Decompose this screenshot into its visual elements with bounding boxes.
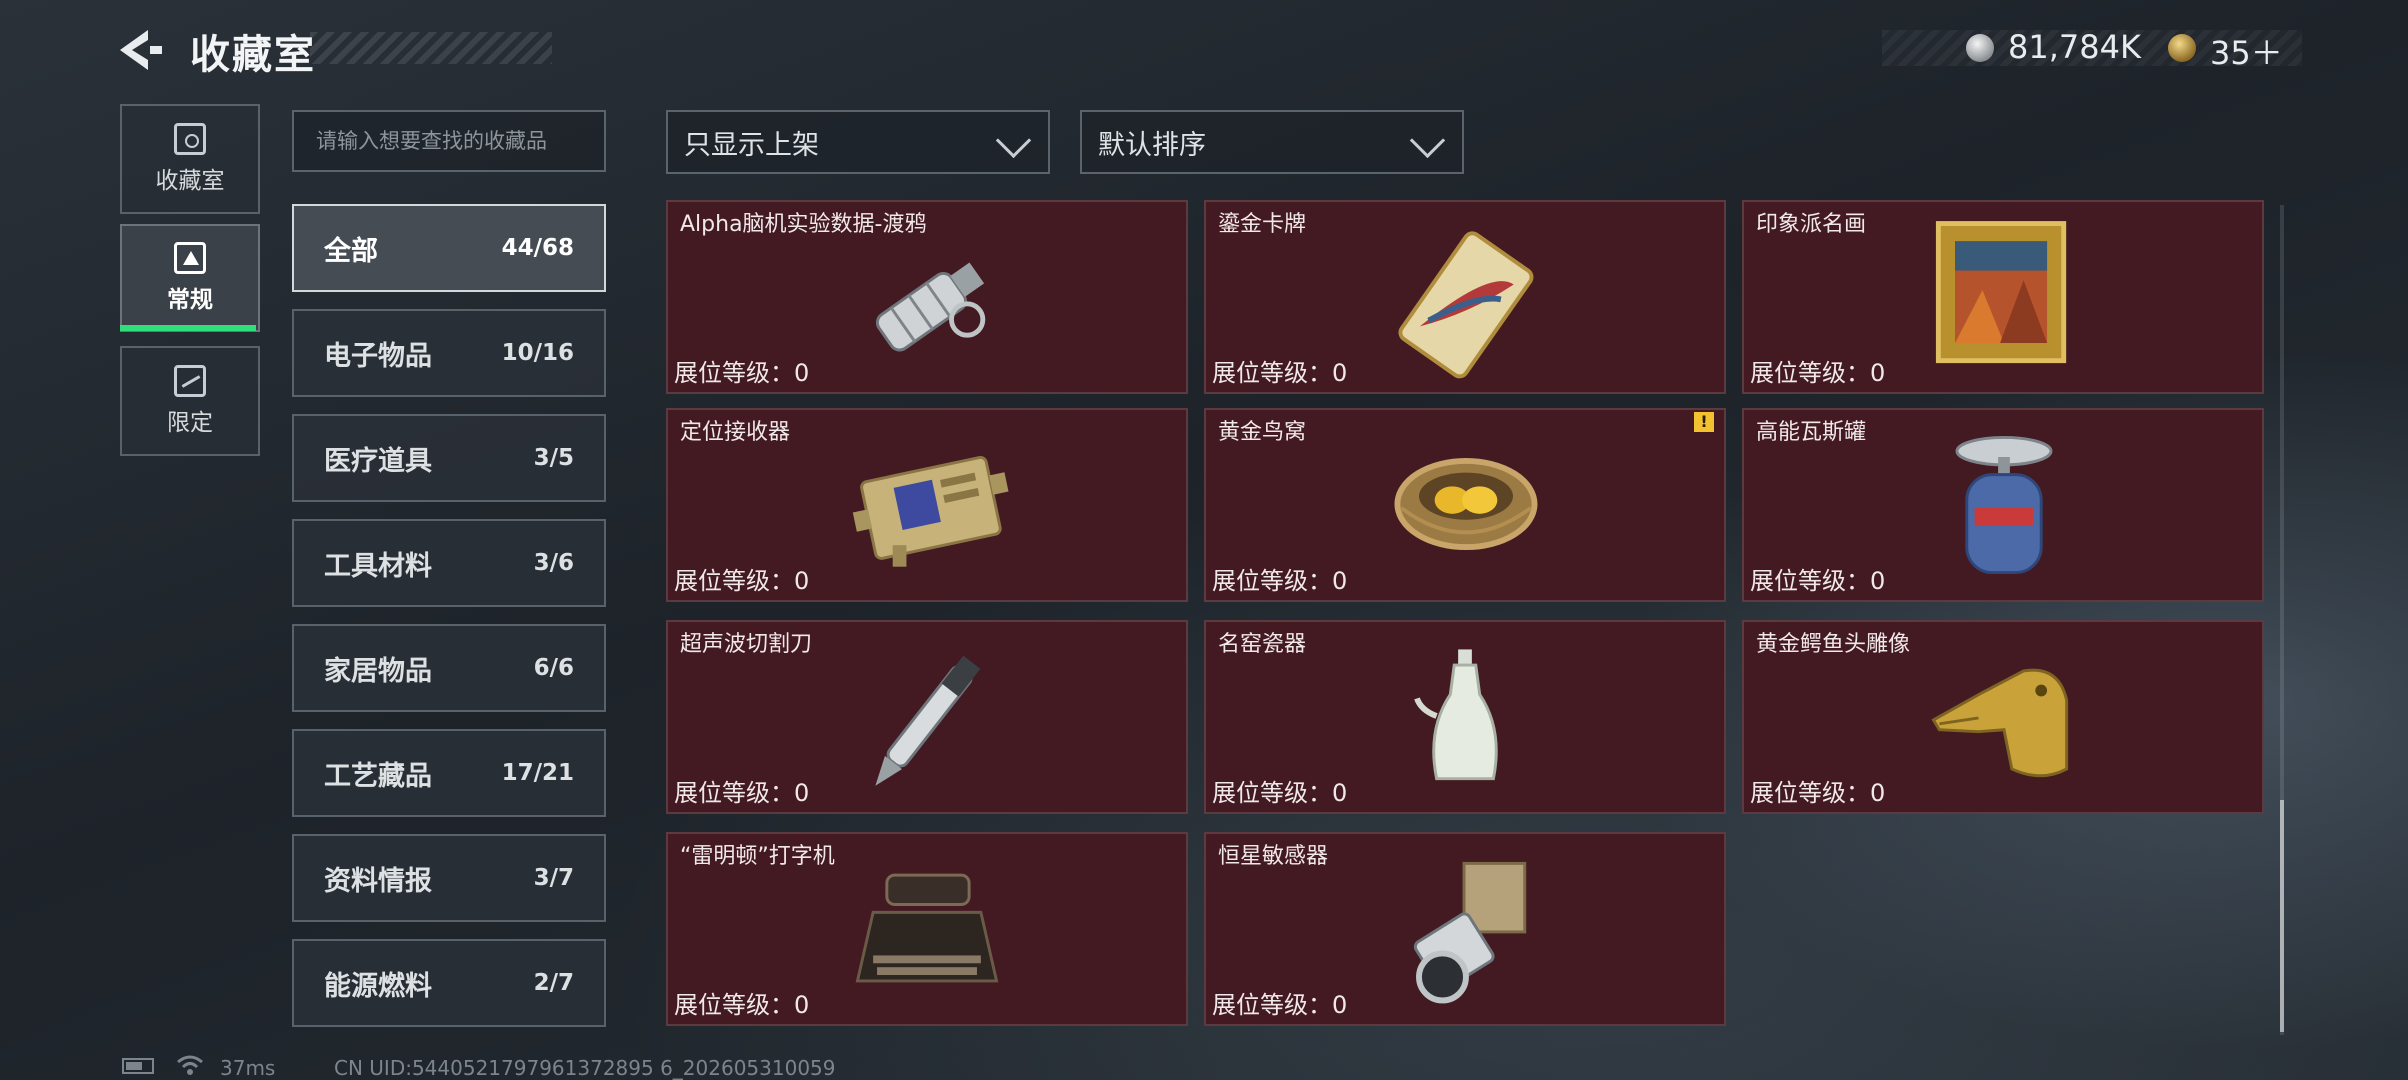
item-name: 鎏金卡牌: [1218, 212, 1307, 237]
nav-tab-label: 限定: [167, 410, 213, 436]
title-decoration: [310, 32, 552, 64]
item-name: 黄金鳄鱼头雕像: [1756, 632, 1911, 657]
warning-badge: !: [1694, 412, 1714, 432]
collection-card[interactable]: 鎏金卡牌 展位等级：0: [1204, 200, 1726, 394]
category-count: 6/6: [533, 655, 574, 681]
collection-card[interactable]: 黄金鳄鱼头雕像 展位等级：0: [1742, 620, 2264, 814]
booth-level: 展位等级：0: [1212, 779, 1348, 807]
category-count: 3/6: [533, 550, 574, 576]
chevron-down-icon: [995, 122, 1032, 159]
collection-card[interactable]: 定位接收器 展位等级：0: [666, 408, 1188, 602]
collection-card[interactable]: “雷明顿”打字机 展位等级：0: [666, 832, 1188, 1026]
booth-level: 展位等级：0: [674, 359, 810, 387]
category-name: 工艺藏品: [324, 760, 432, 792]
silver-currency-amount: 81,784K: [2008, 28, 2141, 66]
scrollbar-thumb[interactable]: [2280, 800, 2284, 1032]
item-name: 黄金鸟窝: [1218, 420, 1307, 445]
category-name: 能源燃料: [324, 970, 432, 1002]
collection-card[interactable]: 高能瓦斯罐 展位等级：0: [1742, 408, 2264, 602]
category-count: 17/21: [501, 760, 574, 786]
category-count: 44/68: [501, 235, 574, 261]
category-name: 全部: [324, 235, 378, 267]
item-name: “雷明顿”打字机: [680, 844, 835, 869]
wifi-icon: [177, 1055, 203, 1075]
category-name: 家居物品: [324, 655, 432, 687]
category-crafts[interactable]: 工艺藏品 17/21: [292, 729, 606, 817]
silver-coin-icon: [1966, 34, 1994, 62]
search-input[interactable]: [292, 110, 606, 172]
nav-active-indicator: [120, 325, 256, 331]
sort-dropdown[interactable]: 默认排序: [1080, 110, 1464, 174]
category-count: 3/7: [533, 865, 574, 891]
booth-level: 展位等级：0: [1212, 567, 1348, 595]
page-title: 收藏室: [190, 32, 316, 78]
booth-level: 展位等级：0: [674, 991, 810, 1019]
category-household[interactable]: 家居物品 6/6: [292, 624, 606, 712]
booth-level: 展位等级：0: [1750, 359, 1886, 387]
chevron-down-icon: [1409, 122, 1446, 159]
display-filter-value: 只显示上架: [684, 129, 819, 161]
category-count: 10/16: [501, 340, 574, 366]
battery-icon: [122, 1058, 154, 1074]
nav-tab-label: 常规: [167, 287, 213, 313]
category-all[interactable]: 全部 44/68: [292, 204, 606, 292]
category-name: 医疗道具: [324, 445, 432, 477]
back-arrow-icon[interactable]: [118, 28, 166, 72]
nav-tab-label: 收藏室: [155, 168, 225, 194]
booth-level: 展位等级：0: [674, 779, 810, 807]
collection-card[interactable]: 超声波切割刀 展位等级：0: [666, 620, 1188, 814]
item-name: 定位接收器: [680, 420, 791, 445]
booth-level: 展位等级：0: [1750, 567, 1886, 595]
collection-card[interactable]: 印象派名画 展位等级：0: [1742, 200, 2264, 394]
regular-items-icon: [174, 242, 206, 274]
item-name: 恒星敏感器: [1218, 844, 1329, 869]
category-electronics[interactable]: 电子物品 10/16: [292, 309, 606, 397]
collection-card[interactable]: Alpha脑机实验数据-渡鸦 展位等级：0: [666, 200, 1188, 394]
item-name: Alpha脑机实验数据-渡鸦: [680, 212, 927, 237]
nav-tab-vault[interactable]: 收藏室: [120, 104, 260, 214]
booth-level: 展位等级：0: [1212, 359, 1348, 387]
uid-text: CN UID:5440521797961372895 6_20260531005…: [334, 1056, 836, 1080]
item-name: 名窑瓷器: [1218, 632, 1307, 657]
collection-card[interactable]: 恒星敏感器 展位等级：0: [1204, 832, 1726, 1026]
category-count: 3/5: [533, 445, 574, 471]
nav-tab-regular[interactable]: 常规: [120, 224, 260, 332]
display-filter-dropdown[interactable]: 只显示上架: [666, 110, 1050, 174]
category-tools[interactable]: 工具材料 3/6: [292, 519, 606, 607]
category-name: 资料情报: [324, 865, 432, 897]
booth-level: 展位等级：0: [674, 567, 810, 595]
item-name: 高能瓦斯罐: [1756, 420, 1867, 445]
booth-level: 展位等级：0: [1212, 991, 1348, 1019]
item-name: 超声波切割刀: [680, 632, 813, 657]
nav-tab-limited[interactable]: 限定: [120, 346, 260, 456]
limited-items-icon: [174, 365, 206, 397]
sort-value: 默认排序: [1098, 129, 1206, 161]
category-medical[interactable]: 医疗道具 3/5: [292, 414, 606, 502]
category-intel[interactable]: 资料情报 3/7: [292, 834, 606, 922]
item-name: 印象派名画: [1756, 212, 1867, 237]
gold-currency-amount[interactable]: 35＋: [2210, 28, 2283, 74]
category-name: 电子物品: [324, 340, 432, 372]
vault-icon: [174, 123, 206, 155]
ping-text: 37ms: [220, 1056, 276, 1080]
gold-coin-icon: [2168, 34, 2196, 62]
category-count: 2/7: [533, 970, 574, 996]
collection-card[interactable]: 名窑瓷器 展位等级：0: [1204, 620, 1726, 814]
collection-card[interactable]: ! 黄金鸟窝 展位等级：0: [1204, 408, 1726, 602]
booth-level: 展位等级：0: [1750, 779, 1886, 807]
category-fuel[interactable]: 能源燃料 2/7: [292, 939, 606, 1027]
category-name: 工具材料: [324, 550, 432, 582]
